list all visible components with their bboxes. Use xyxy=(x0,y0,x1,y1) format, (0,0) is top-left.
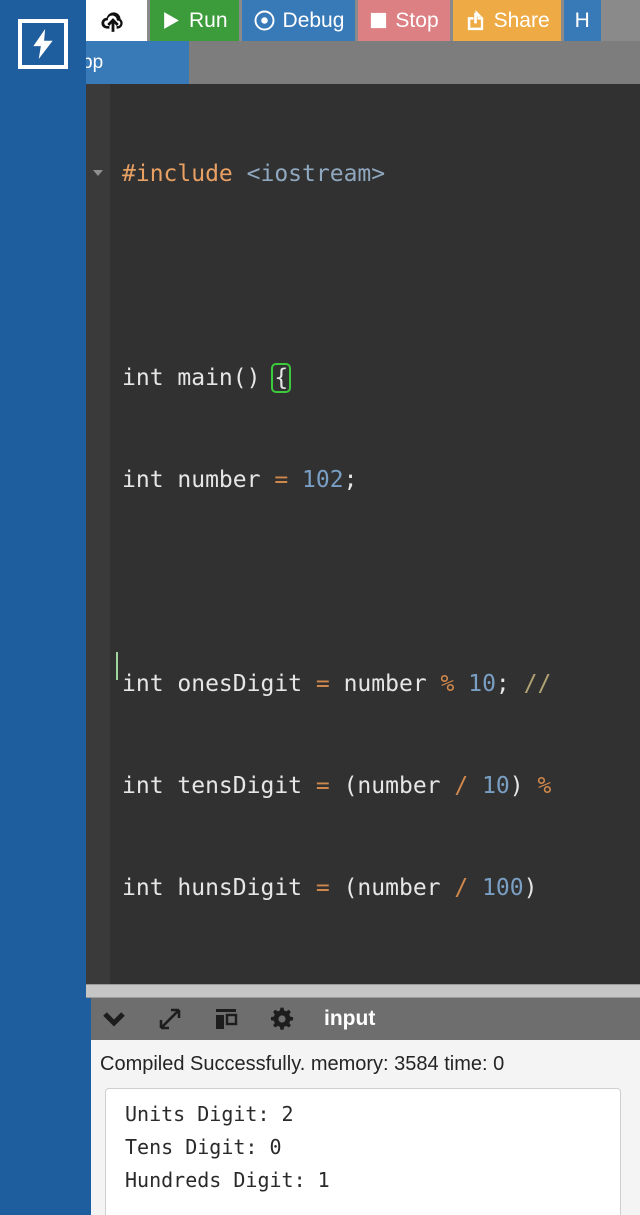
ide-window: Run Debug Stop Share H pp #include <iost… xyxy=(0,0,640,1215)
app-logo[interactable] xyxy=(18,19,68,69)
left-rail xyxy=(0,0,86,1215)
chevron-down-icon xyxy=(103,1012,125,1027)
upload-button[interactable] xyxy=(86,0,147,41)
io-panel-header: input xyxy=(86,998,640,1040)
program-output[interactable]: Units Digit: 2 Tens Digit: 0 Hundreds Di… xyxy=(105,1088,621,1215)
help-button[interactable]: H xyxy=(563,0,601,41)
tab-source-file[interactable]: pp xyxy=(86,41,189,84)
code-editor[interactable]: #include <iostream> int main() { int num… xyxy=(86,84,640,984)
collapse-panel-button[interactable] xyxy=(86,998,142,1040)
share-icon xyxy=(467,10,483,31)
stop-button[interactable]: Stop xyxy=(358,0,450,41)
play-icon xyxy=(164,12,179,29)
layout-icon xyxy=(216,1009,238,1029)
compile-status-text: Compiled Successfully. memory: 3584 time… xyxy=(100,1053,505,1075)
debug-button[interactable]: Debug xyxy=(241,0,356,41)
main-toolbar: Run Debug Stop Share H xyxy=(86,0,640,41)
expand-arrows-icon xyxy=(159,1008,181,1030)
lightning-bolt-icon xyxy=(33,29,53,59)
share-button-label: Share xyxy=(493,8,550,32)
debug-button-label: Debug xyxy=(282,8,345,32)
code-line: #include <iostream> xyxy=(122,161,386,187)
maximize-panel-button[interactable] xyxy=(142,998,198,1040)
help-button-label: H xyxy=(574,8,590,32)
stop-button-label: Stop xyxy=(395,8,439,32)
io-panel-title: input xyxy=(324,1007,376,1030)
code-line: int main() { xyxy=(122,363,292,393)
run-button[interactable]: Run xyxy=(150,0,239,41)
code-line: int number = 102; xyxy=(122,467,358,493)
panel-splitter[interactable] xyxy=(86,984,640,998)
share-button[interactable]: Share xyxy=(452,0,561,41)
settings-panel-button[interactable] xyxy=(254,998,310,1040)
editor-tab-bar: pp xyxy=(86,41,640,84)
editor-gutter xyxy=(86,84,110,984)
chevron-down-fold-icon[interactable] xyxy=(93,170,103,176)
run-button-label: Run xyxy=(189,8,228,32)
code-line: int hunsDigit = (number / 100) xyxy=(122,875,538,901)
gear-icon xyxy=(270,1007,294,1030)
code-line: int onesDigit = number % 10; // xyxy=(122,671,552,697)
io-panel-body: Compiled Successfully. memory: 3584 time… xyxy=(86,1040,640,1215)
code-content[interactable]: #include <iostream> int main() { int num… xyxy=(110,84,640,984)
cloud-upload-icon xyxy=(101,11,123,32)
text-caret xyxy=(116,652,118,680)
debug-circle-icon xyxy=(254,10,274,31)
code-line: int tensDigit = (number / 10) % xyxy=(122,773,552,799)
layout-panel-button[interactable] xyxy=(198,998,254,1040)
stop-square-icon xyxy=(371,12,387,29)
panel-left-edge xyxy=(86,998,91,1215)
tab-source-file-label: pp xyxy=(86,51,104,73)
